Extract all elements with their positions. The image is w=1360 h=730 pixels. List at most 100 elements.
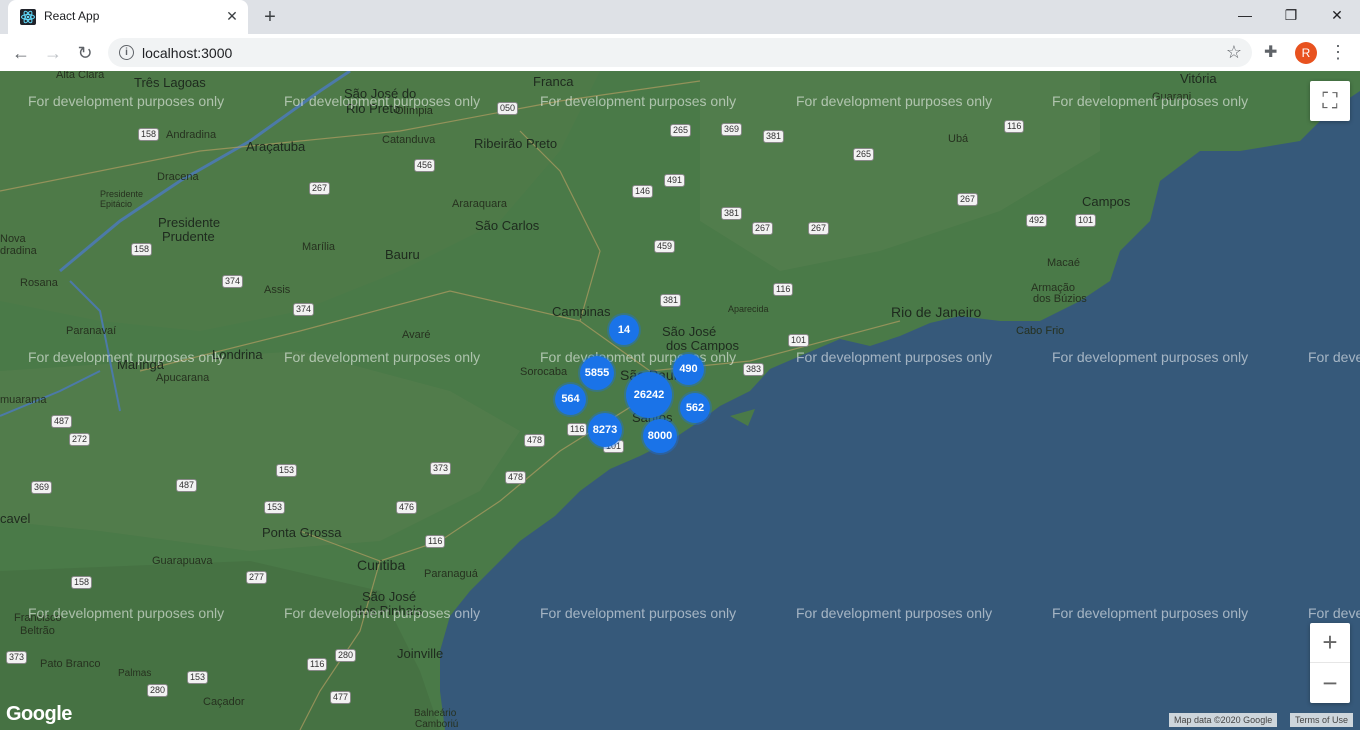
road-shield: 146 (632, 185, 654, 198)
minimize-button[interactable]: — (1222, 0, 1268, 30)
watermark: For development purposes only (1052, 349, 1249, 365)
place-paranagua: Paranaguá (424, 568, 478, 580)
cluster-marker[interactable]: 564 (555, 384, 586, 415)
watermark: For development purposes only (796, 349, 993, 365)
reload-button[interactable]: ↻ (72, 40, 98, 66)
cluster-marker[interactable]: 562 (680, 393, 710, 423)
google-logo[interactable]: Google (6, 703, 72, 726)
browser-menu-icon[interactable]: ⋮ (1328, 40, 1348, 64)
cluster-marker[interactable]: 26242 (626, 372, 672, 418)
cluster-marker[interactable]: 8000 (643, 419, 677, 453)
place-balneario: Balneário (414, 708, 457, 719)
road-shield: 158 (71, 576, 93, 589)
place-paranavai: Paranavaí (66, 325, 117, 337)
zoom-out-button[interactable]: − (1310, 663, 1350, 703)
place-dracena: Dracena (157, 171, 199, 183)
road-shield: 267 (752, 222, 774, 235)
place-camboriu: Camboriú (415, 719, 459, 730)
road-shield: 101 (1075, 214, 1097, 227)
bookmark-star-icon[interactable]: ☆ (1226, 42, 1242, 63)
watermark: For development purposes only (540, 349, 737, 365)
road-shield: 381 (721, 207, 743, 220)
road-shield: 267 (957, 193, 979, 206)
place-vitoria: Vitória (1180, 71, 1217, 86)
place-alta-clara: Alta Clara (56, 71, 105, 81)
watermark: For development purposes only (796, 93, 993, 109)
back-button[interactable]: ← (8, 40, 34, 66)
road-shield: 116 (773, 283, 794, 296)
place-catanduva: Catanduva (382, 134, 436, 146)
road-shield: 116 (1004, 120, 1025, 133)
zoom-in-button[interactable]: + (1310, 623, 1350, 663)
road-shield: 381 (763, 130, 785, 143)
road-shield: 280 (335, 649, 357, 662)
road-shield: 267 (309, 182, 331, 195)
road-shield: 267 (808, 222, 830, 235)
road-shield: 374 (222, 275, 244, 288)
road-shield: 272 (69, 433, 91, 446)
extensions-icon[interactable]: ✚ (1264, 42, 1284, 62)
place-campos: Campos (1082, 194, 1131, 209)
place-sorocaba: Sorocaba (520, 366, 568, 378)
place-cabo-frio: Cabo Frio (1016, 325, 1065, 337)
place-ponta-grossa: Ponta Grossa (262, 525, 342, 540)
road-shield: 487 (176, 479, 198, 492)
road-shield: 491 (664, 174, 686, 187)
road-shield: 383 (743, 363, 765, 376)
fullscreen-icon[interactable]: ⛶ (1310, 81, 1350, 121)
new-tab-button[interactable]: + (258, 6, 282, 28)
road-shield: 116 (425, 535, 446, 548)
browser-toolbar: ← → ↻ i localhost:3000 ☆ ✚ R ⋮ (0, 34, 1360, 72)
place-palmas: Palmas (118, 668, 152, 679)
watermark: For development purposes only (284, 93, 481, 109)
map-canvas[interactable]: Alta Clara Guarani Olímpia Franca Vitóri… (0, 71, 1360, 730)
watermark: For development purposes only (796, 605, 993, 621)
cluster-marker[interactable]: 8273 (588, 413, 622, 447)
watermark: For development purposes only (1052, 93, 1249, 109)
place-sao-jose-pinhais: São José (362, 589, 417, 604)
url-text[interactable]: localhost:3000 (142, 45, 232, 61)
watermark: For development purposes only (28, 349, 225, 365)
cluster-marker[interactable]: 14 (609, 315, 639, 345)
watermark: For development purposes only (540, 605, 737, 621)
cluster-marker[interactable]: 5855 (580, 356, 614, 390)
place-tres-lagoas: Três Lagoas (134, 75, 206, 90)
tab-close-icon[interactable]: ✕ (224, 8, 240, 24)
road-shield: 280 (147, 684, 169, 697)
road-shield: 477 (330, 691, 352, 704)
restore-button[interactable]: ❐ (1268, 0, 1314, 30)
place-presidente-prudente: Presidente (158, 215, 221, 230)
place-franca: Franca (533, 74, 574, 89)
road-shield: 116 (567, 423, 588, 436)
tab-react-app[interactable]: React App ✕ (8, 0, 248, 34)
road-shield: 153 (264, 501, 286, 514)
profile-avatar[interactable]: R (1295, 42, 1317, 64)
road-shield: 478 (505, 471, 527, 484)
terms-of-use-link[interactable]: Terms of Use (1290, 713, 1354, 727)
site-info-icon[interactable]: i (119, 45, 134, 60)
place-uba: Ubá (948, 133, 969, 145)
road-shield: 265 (670, 124, 692, 137)
place-sao-jose-campos: São José (662, 324, 717, 339)
place-umuarama: muarama (0, 394, 47, 406)
cluster-marker[interactable]: 490 (673, 354, 704, 385)
watermark: For development purposes only (540, 93, 737, 109)
place-macae: Macaé (1047, 257, 1081, 269)
watermark: For development purposes only (28, 605, 225, 621)
place-presidente-epitacio: Presidente Epitácio (100, 189, 144, 209)
road-shield: 478 (524, 434, 546, 447)
address-bar[interactable]: i localhost:3000 ☆ (108, 38, 1252, 67)
place-apucarana: Apucarana (156, 372, 210, 384)
watermark: For development purposes only (28, 93, 225, 109)
close-window-button[interactable]: ✕ (1314, 0, 1360, 30)
road-shield: 373 (6, 651, 28, 664)
road-shield: 487 (51, 415, 73, 428)
place-buzios: dos Búzios (1033, 293, 1087, 305)
forward-button[interactable]: → (40, 40, 66, 66)
place-aparecida: Aparecida (728, 304, 769, 314)
road-shield: 153 (276, 464, 298, 477)
place-campinas: Campinas (552, 304, 611, 319)
place-pato-branco: Pato Branco (40, 658, 101, 670)
zoom-control: + − (1310, 623, 1350, 703)
watermark: For development purposes only (1308, 349, 1360, 365)
